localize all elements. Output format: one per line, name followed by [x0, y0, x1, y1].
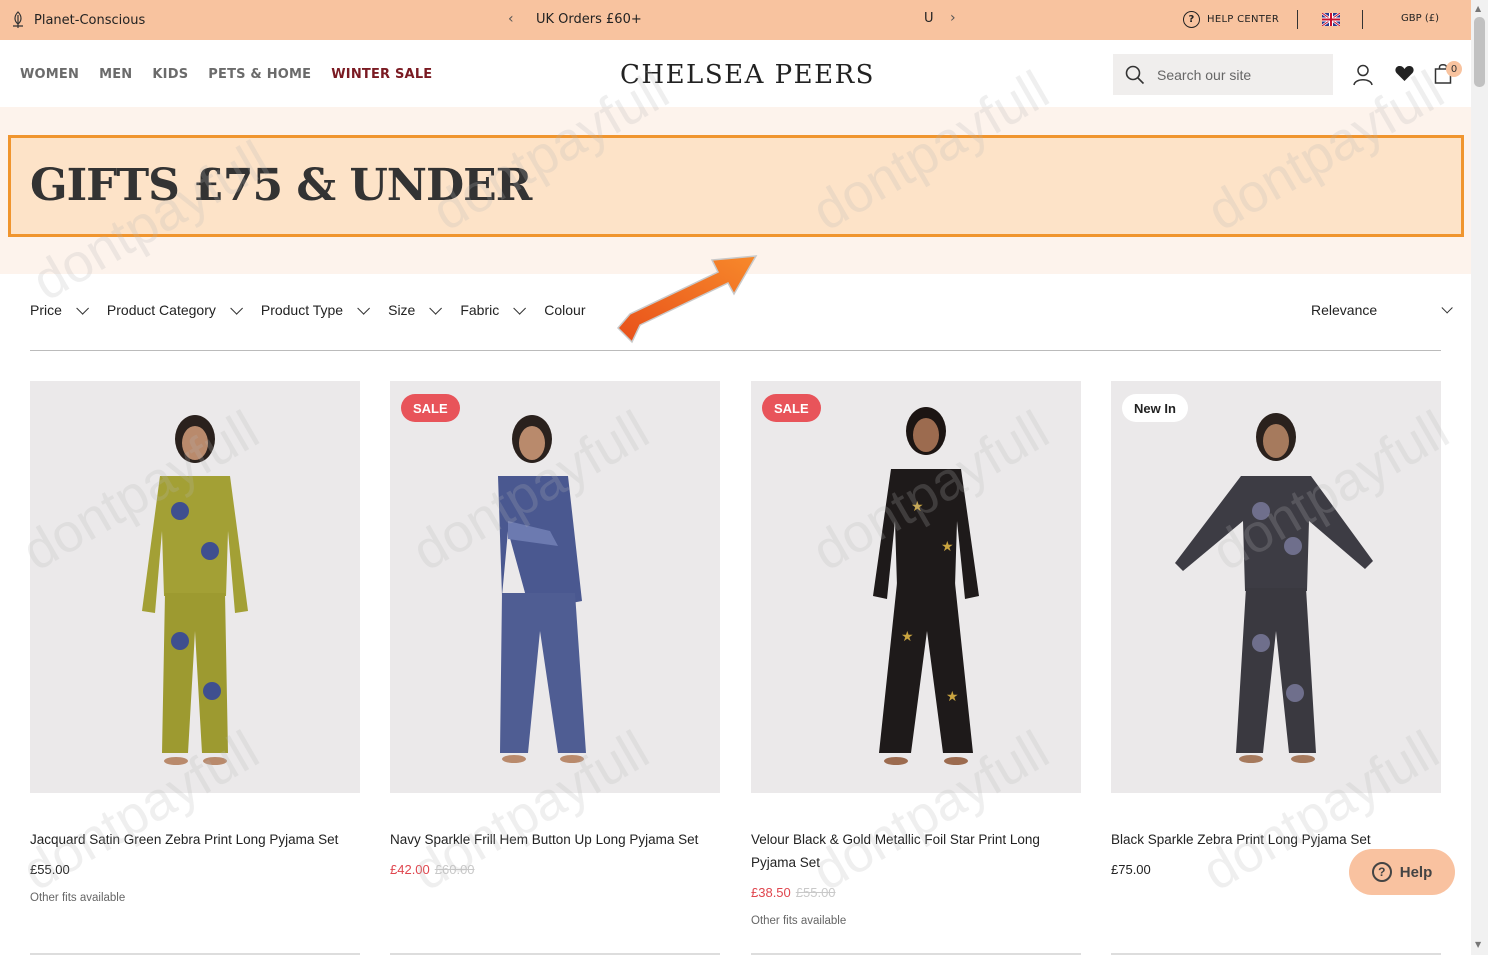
- filter-fabric[interactable]: Fabric: [460, 301, 527, 318]
- help-center-label: HELP CENTER: [1207, 14, 1280, 25]
- current-price: £55.00: [30, 862, 70, 877]
- filter-size[interactable]: Size: [388, 301, 443, 318]
- product-name[interactable]: Jacquard Satin Green Zebra Print Long Py…: [30, 828, 360, 851]
- filter-label: Fabric: [460, 302, 500, 318]
- account-icon[interactable]: [1353, 64, 1373, 86]
- chevron-down-icon: [357, 301, 371, 315]
- chevron-left-icon[interactable]: ‹: [508, 11, 528, 27]
- nav-winter-sale[interactable]: WINTER SALE: [331, 67, 432, 82]
- filter-label: Size: [388, 302, 416, 318]
- cart-count-badge: 0: [1446, 61, 1462, 77]
- promo-carousel: ‹ UK Orders £60+: [508, 11, 642, 27]
- model-figure: [142, 415, 248, 765]
- product-price: £55.00: [30, 862, 360, 877]
- product-name[interactable]: Navy Sparkle Frill Hem Button Up Long Py…: [390, 828, 720, 851]
- model-figure: [1175, 413, 1373, 763]
- model-figure: [498, 415, 586, 763]
- divider: [1362, 10, 1363, 29]
- chevron-right-icon[interactable]: ›: [950, 10, 956, 26]
- chevron-down-icon: [230, 301, 243, 315]
- help-button-label: Help: [1399, 863, 1433, 881]
- promo-next-text: U: [924, 11, 934, 26]
- question-icon: ?: [1183, 11, 1200, 28]
- sort-dropdown[interactable]: Relevance: [1311, 302, 1453, 318]
- search-input[interactable]: [1157, 66, 1327, 83]
- product-image[interactable]: [30, 381, 360, 793]
- product-price: £38.50 £55.00: [751, 885, 1081, 900]
- help-center-link[interactable]: ? HELP CENTER: [1183, 11, 1279, 28]
- product-image[interactable]: New In: [1111, 381, 1441, 793]
- product-card[interactable]: ★ ★ ★ ★ SALE Velour Black & Gold Metalli…: [751, 381, 1081, 927]
- site-header: WOMEN MEN KIDS PETS & HOME WINTER SALE C…: [0, 40, 1471, 107]
- scrollbar[interactable]: ▲ ▼: [1471, 0, 1488, 955]
- nav-pets-home[interactable]: PETS & HOME: [208, 67, 311, 82]
- product-card[interactable]: New In Black Sparkle Zebra Print Long Py…: [1111, 381, 1441, 877]
- page-title: GIFTS £75 & UNDER: [30, 160, 532, 211]
- nav-men[interactable]: MEN: [99, 67, 132, 82]
- current-price: £75.00: [1111, 862, 1151, 877]
- filter-colour[interactable]: Colour: [544, 302, 585, 318]
- product-name[interactable]: Black Sparkle Zebra Print Long Pyjama Se…: [1111, 828, 1441, 851]
- promo-text[interactable]: UK Orders £60+: [536, 12, 642, 27]
- product-price: £42.00 £60.00: [390, 862, 720, 877]
- search-box[interactable]: [1113, 54, 1333, 95]
- chevron-down-icon: [429, 301, 443, 315]
- other-fits-note: Other fits available: [30, 892, 126, 904]
- other-fits-note: Other fits available: [751, 915, 847, 927]
- filter-label: Product Type: [260, 302, 344, 318]
- svg-text:★: ★: [911, 499, 924, 515]
- product-image[interactable]: SALE: [390, 381, 720, 793]
- product-card[interactable]: SALE Navy Sparkle Frill Hem Button Up Lo…: [390, 381, 720, 877]
- filter-bar: Price Product Category Product Type Size…: [30, 301, 608, 318]
- current-price: £42.00: [390, 862, 430, 877]
- product-card[interactable]: Jacquard Satin Green Zebra Print Long Py…: [30, 381, 360, 904]
- scroll-up-icon[interactable]: ▲: [1475, 4, 1481, 13]
- leaf-icon: [13, 11, 23, 28]
- svg-text:★: ★: [946, 689, 959, 705]
- scrollbar-thumb[interactable]: [1474, 17, 1485, 87]
- announcement-bar: Planet-Conscious ‹ UK Orders £60+ U › ? …: [0, 0, 1471, 40]
- model-figure: ★ ★ ★ ★: [873, 407, 979, 765]
- current-price: £38.50: [751, 885, 791, 900]
- original-price: £60.00: [434, 862, 475, 877]
- sale-badge: SALE: [762, 394, 821, 422]
- svg-text:★: ★: [901, 629, 914, 645]
- svg-text:★: ★: [941, 539, 954, 555]
- currency-selector[interactable]: GBP (£): [1401, 13, 1439, 24]
- filter-label: Price: [30, 302, 62, 318]
- filter-divider: [30, 350, 1441, 351]
- help-chat-button[interactable]: ? Help: [1349, 849, 1455, 895]
- filter-product-category[interactable]: Product Category: [106, 301, 243, 318]
- planet-conscious-link[interactable]: Planet-Conscious: [10, 11, 145, 29]
- sort-label: Relevance: [1311, 302, 1378, 318]
- chevron-down-icon: [513, 301, 527, 315]
- original-price: £55.00: [795, 885, 836, 900]
- divider: [1297, 10, 1298, 29]
- filter-label: Colour: [544, 302, 586, 318]
- chevron-down-icon: [1441, 302, 1453, 314]
- brand-logo[interactable]: CHELSEA PEERS: [620, 60, 875, 90]
- new-in-badge: New In: [1122, 394, 1188, 422]
- sale-badge: SALE: [401, 394, 460, 422]
- main-nav: WOMEN MEN KIDS PETS & HOME WINTER SALE: [20, 67, 452, 82]
- wishlist-heart-icon[interactable]: [1395, 65, 1414, 82]
- planet-conscious-label: Planet-Conscious: [34, 12, 146, 28]
- arrow-overlay-icon: dontpayfull: [616, 255, 758, 344]
- nav-women[interactable]: WOMEN: [20, 67, 79, 82]
- scroll-down-icon[interactable]: ▼: [1475, 940, 1481, 949]
- question-icon: ?: [1371, 862, 1392, 882]
- chevron-down-icon: [76, 301, 89, 315]
- nav-kids[interactable]: KIDS: [152, 67, 188, 82]
- uk-flag-icon[interactable]: [1322, 13, 1340, 26]
- filter-price[interactable]: Price: [30, 301, 89, 318]
- filter-label: Product Category: [106, 302, 216, 318]
- product-image[interactable]: ★ ★ ★ ★ SALE: [751, 381, 1081, 793]
- product-name[interactable]: Velour Black & Gold Metallic Foil Star P…: [751, 828, 1081, 874]
- filter-product-type[interactable]: Product Type: [260, 301, 371, 318]
- search-icon[interactable]: [1125, 65, 1145, 85]
